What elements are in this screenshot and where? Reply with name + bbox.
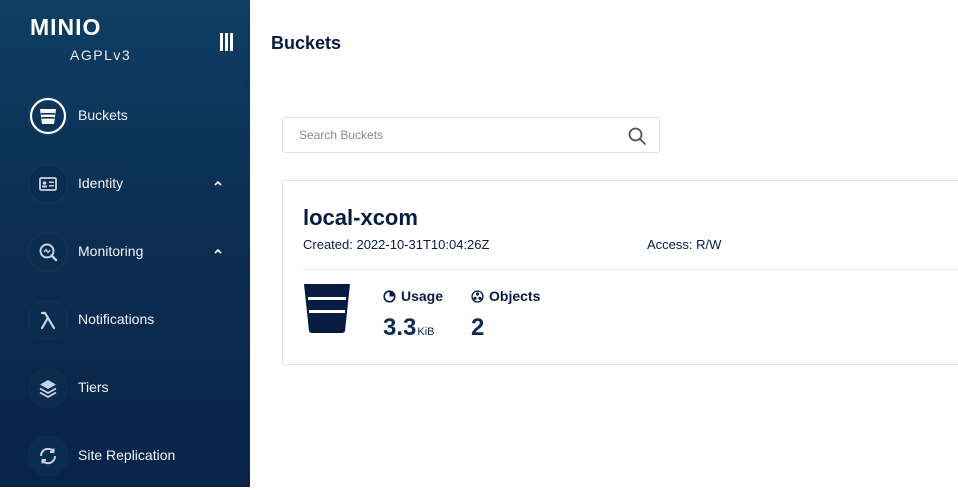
sidebar-item-site-replication[interactable]: Site Replication (0, 422, 250, 490)
sidebar-item-tiers[interactable]: Tiers (0, 354, 250, 422)
minio-logo: MINIO (30, 14, 102, 40)
sidebar-item-label: Notifications (78, 311, 155, 327)
bucket-created: Created: 2022-10-31T10:04:26Z (303, 237, 490, 252)
chevron-up-icon[interactable] (212, 245, 224, 257)
search-input[interactable] (283, 118, 629, 152)
lambda-icon (29, 301, 67, 339)
divider (303, 269, 958, 270)
sidebar-item-label: Identity (78, 175, 124, 191)
sidebar-item-label: Buckets (78, 107, 128, 123)
sidebar-item-buckets[interactable]: Buckets (0, 82, 250, 150)
sidebar: MINIO AGPLv3 Buckets Identity Monitoring… (0, 0, 250, 487)
sidebar-item-label: Monitoring (78, 243, 144, 259)
brand: MINIO AGPLv3 (0, 0, 250, 86)
bucket-icon (29, 97, 67, 135)
sidebar-item-identity[interactable]: Identity (0, 150, 250, 218)
replication-icon (29, 437, 67, 475)
usage-unit: KiB (417, 326, 435, 338)
bucket-name[interactable]: local-xcom (303, 205, 418, 231)
bucket-access: Access: R/W (647, 237, 722, 252)
page-header: Buckets (250, 0, 958, 85)
license-edition: AGPLv3 (70, 47, 132, 63)
usage-value: 3.3KiB (383, 314, 435, 342)
chevron-up-icon[interactable] (212, 177, 224, 189)
objects-value: 2 (471, 314, 485, 341)
pie-chart-icon (383, 290, 396, 303)
objects-label: Objects (489, 288, 541, 304)
search-icon[interactable] (627, 126, 647, 146)
bucket-icon (304, 284, 350, 333)
monitoring-icon (29, 233, 67, 271)
id-card-icon (29, 165, 67, 203)
usage-label: Usage (401, 288, 444, 304)
search-box (282, 117, 660, 153)
collapse-menu-icon[interactable] (220, 33, 234, 51)
sidebar-item-monitoring[interactable]: Monitoring (0, 218, 250, 286)
bucket-card[interactable]: local-xcom Created: 2022-10-31T10:04:26Z… (282, 180, 958, 365)
sidebar-item-label: Site Replication (78, 447, 176, 463)
main-content: local-xcom Created: 2022-10-31T10:04:26Z… (250, 85, 958, 487)
usage-number: 3.3 (383, 314, 417, 341)
objects-icon (471, 290, 484, 303)
page-title: Buckets (271, 33, 342, 53)
layers-icon (29, 369, 67, 407)
sidebar-item-notifications[interactable]: Notifications (0, 286, 250, 354)
sidebar-item-label: Tiers (78, 379, 109, 395)
